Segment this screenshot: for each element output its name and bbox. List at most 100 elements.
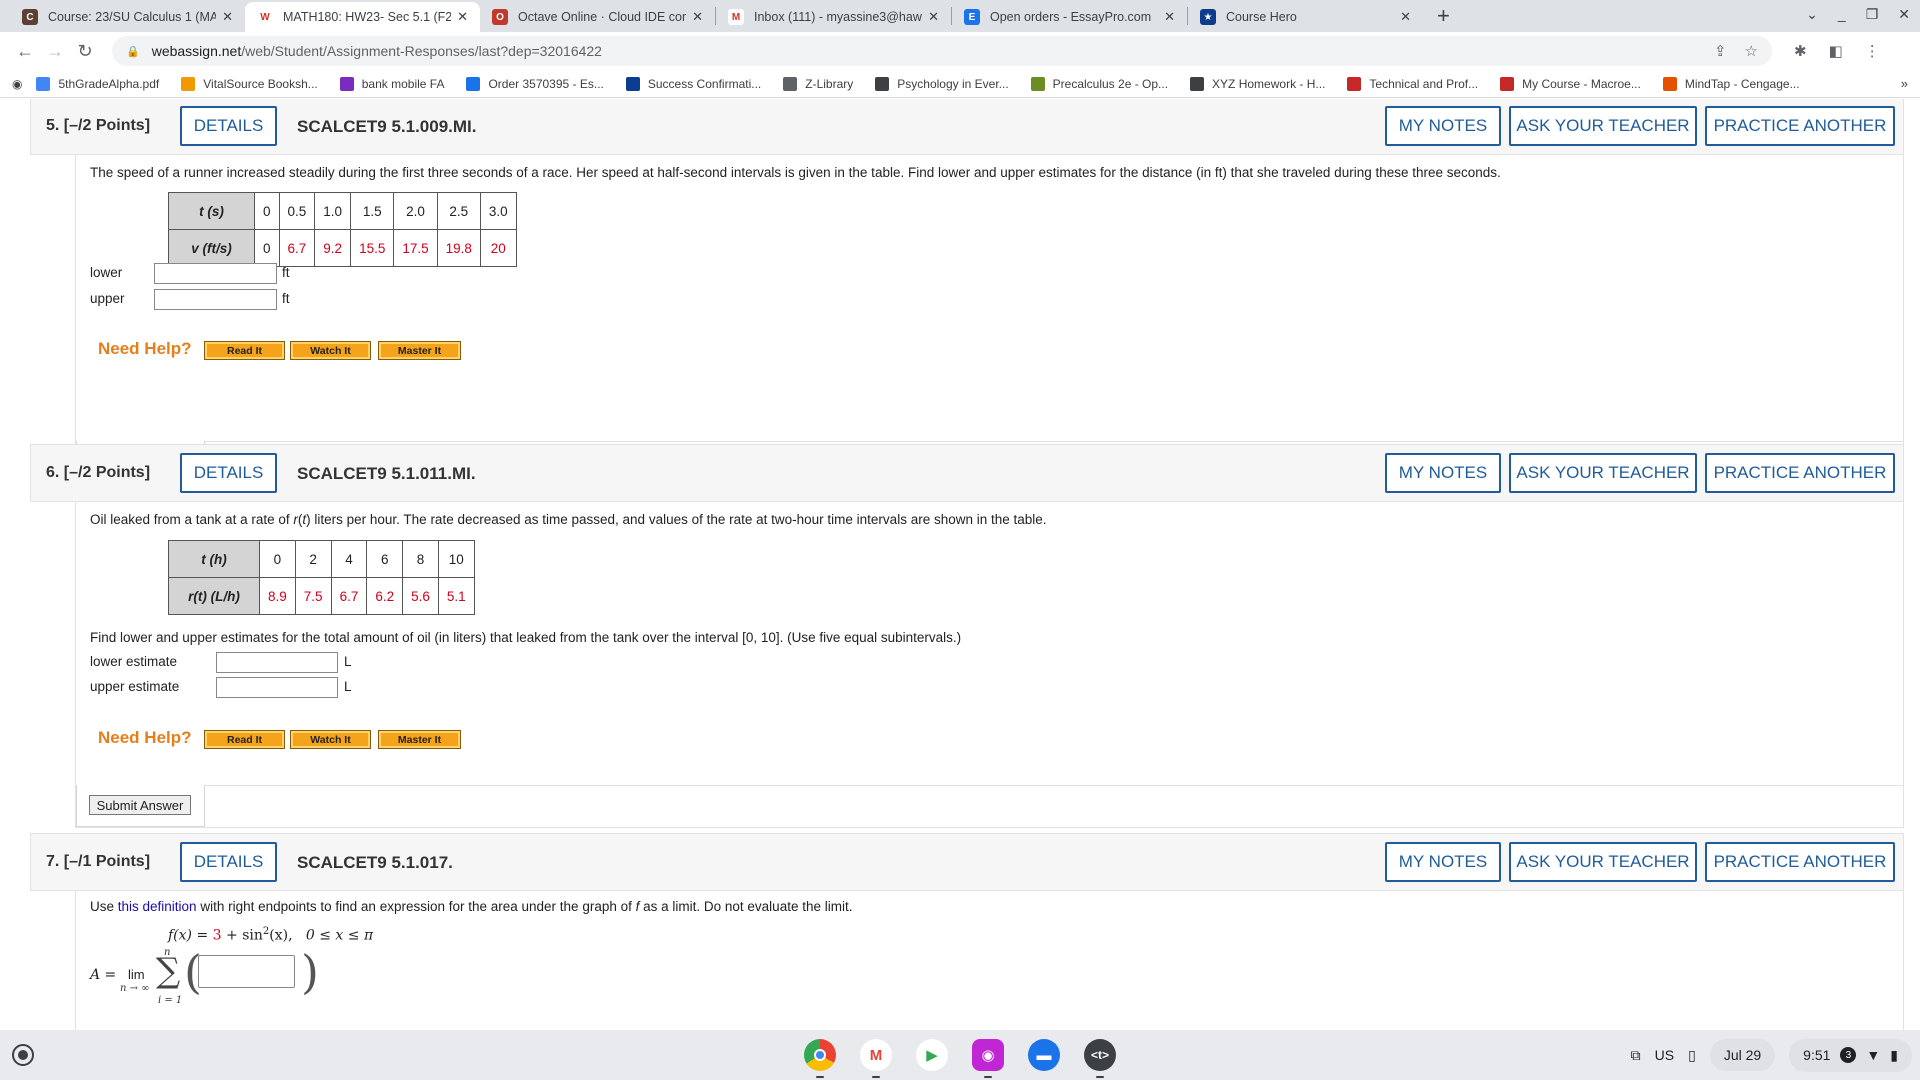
menu-icon[interactable]: ⋮ xyxy=(1865,42,1880,60)
q6-ask-teacher-button[interactable]: ASK YOUR TEACHER xyxy=(1509,453,1697,493)
notification-count-badge: 3 xyxy=(1840,1047,1857,1063)
tab-close-icon[interactable]: ✕ xyxy=(692,9,703,25)
q7-practice-another-button[interactable]: PRACTICE ANOTHER xyxy=(1705,842,1895,882)
locale-indicator[interactable]: US xyxy=(1655,1047,1674,1063)
bookmark-item[interactable]: MindTap - Cengage... xyxy=(1662,76,1800,91)
q6-master-it-button[interactable]: Master It xyxy=(378,730,461,749)
bookmark-item[interactable]: Technical and Prof... xyxy=(1347,76,1478,91)
bookmark-label: bank mobile FA xyxy=(361,76,445,91)
bookmark-item[interactable]: Order 3570395 - Es... xyxy=(466,76,604,91)
browser-tab-1[interactable]: C Course: 23/SU Calculus 1 (MATH ✕ xyxy=(10,2,245,32)
q7-details-button[interactable]: DETAILS xyxy=(180,842,277,882)
forward-icon[interactable]: → xyxy=(40,41,70,62)
q5-master-it-button[interactable]: Master It xyxy=(378,341,461,360)
bookmark-item[interactable]: XYZ Homework - H... xyxy=(1190,76,1325,91)
bookmark-item[interactable]: 5thGradeAlpha.pdf xyxy=(36,76,159,91)
bookmark-item[interactable]: Z-Library xyxy=(783,76,853,91)
q7-my-notes-button[interactable]: MY NOTES xyxy=(1385,842,1501,882)
q7-ask-teacher-button[interactable]: ASK YOUR TEACHER xyxy=(1509,842,1697,882)
camera-app-icon[interactable]: ◉ xyxy=(972,1039,1004,1071)
q6-upper-label: upper estimate xyxy=(90,679,180,694)
browser-tab-5[interactable]: E Open orders - EssayPro.com ✕ xyxy=(952,2,1187,32)
new-tab-icon[interactable]: + xyxy=(1423,3,1464,29)
bookmark-item[interactable]: VitalSource Booksh... xyxy=(181,76,318,91)
q5-my-notes-button[interactable]: MY NOTES xyxy=(1385,106,1501,146)
bookmark-item[interactable]: bank mobile FA xyxy=(339,76,445,91)
q5-watch-it-button[interactable]: Watch It xyxy=(290,341,371,360)
q5-divider xyxy=(205,441,1903,442)
q5-lower-input[interactable] xyxy=(154,263,277,284)
files-icon[interactable]: ▬ xyxy=(1028,1039,1060,1071)
table-cell: 9.2 xyxy=(314,229,352,267)
date-pill[interactable]: Jul 29 xyxy=(1709,1039,1776,1071)
tab-favicon-icon: M xyxy=(728,9,744,25)
bookmark-favicon-icon xyxy=(625,76,640,91)
q7-answer-input[interactable] xyxy=(198,955,295,988)
bookmark-star-icon[interactable]: ☆ xyxy=(1745,42,1758,60)
table-cell: 8.9 xyxy=(259,577,296,615)
launcher-icon[interactable] xyxy=(12,1044,34,1066)
bookmark-item[interactable]: Psychology in Ever... xyxy=(875,76,1009,91)
tab-close-icon[interactable]: ✕ xyxy=(928,9,939,25)
browser-tab-4[interactable]: M Inbox (111) - myassine3@hawkm ✕ xyxy=(716,2,951,32)
status-area[interactable]: 9:51 3 ▼ ▮ xyxy=(1789,1038,1912,1072)
q6-table-head-t: t (h) xyxy=(168,540,260,578)
play-store-icon[interactable]: ▶ xyxy=(916,1039,948,1071)
bookmarks-overflow-icon[interactable]: » xyxy=(1901,76,1908,91)
bookmark-item[interactable]: Success Confirmati... xyxy=(625,76,761,91)
screen-capture-icon[interactable]: ⧉ xyxy=(1631,1047,1641,1064)
q5-details-button[interactable]: DETAILS xyxy=(180,106,277,146)
q6-details-button[interactable]: DETAILS xyxy=(180,453,277,493)
q6-read-it-button[interactable]: Read It xyxy=(204,730,285,749)
lock-icon[interactable]: 🔒 xyxy=(126,45,140,58)
extensions-icon[interactable]: ✱ xyxy=(1794,42,1807,60)
battery-icon: ▮ xyxy=(1890,1046,1898,1063)
tab-close-icon[interactable]: ✕ xyxy=(457,9,468,25)
terminal-icon[interactable]: <t> xyxy=(1084,1039,1116,1071)
q7-definition-link[interactable]: this definition xyxy=(118,899,197,914)
tab-favicon-icon: C xyxy=(22,9,38,25)
q6-submit-button[interactable]: Submit Answer xyxy=(89,795,191,815)
q6-lower-input[interactable] xyxy=(216,652,338,673)
tab-close-icon[interactable]: ✕ xyxy=(222,9,233,25)
browser-tab-3[interactable]: O Octave Online · Cloud IDE compa ✕ xyxy=(480,2,715,32)
wifi-icon: ▼ xyxy=(1866,1047,1881,1063)
tab-close-icon[interactable]: ✕ xyxy=(1400,9,1411,25)
q5-upper-input[interactable] xyxy=(154,289,277,310)
minimize-icon[interactable]: _ xyxy=(1838,6,1846,23)
browser-tab-6[interactable]: ★ Course Hero ✕ xyxy=(1188,2,1423,32)
back-icon[interactable]: ← xyxy=(10,41,40,62)
q5-practice-another-button[interactable]: PRACTICE ANOTHER xyxy=(1705,106,1895,146)
q6-my-notes-button[interactable]: MY NOTES xyxy=(1385,453,1501,493)
chevron-down-icon[interactable]: ⌄ xyxy=(1806,6,1818,23)
reload-icon[interactable]: ↻ xyxy=(70,41,100,62)
chrome-os-icon[interactable]: ◉ xyxy=(12,77,22,91)
url-path: /web/Student/Assignment-Responses/last?d… xyxy=(241,43,602,59)
q6-divider xyxy=(205,785,1903,786)
clock: 9:51 xyxy=(1803,1047,1831,1063)
q6-practice-another-button[interactable]: PRACTICE ANOTHER xyxy=(1705,453,1895,493)
restore-icon[interactable]: ❐ xyxy=(1866,6,1879,23)
side-panel-icon[interactable]: ◧ xyxy=(1829,42,1843,60)
q6-upper-input[interactable] xyxy=(216,677,338,698)
q7-lim-sub: n → ∞ xyxy=(120,983,150,994)
q5-ask-teacher-button[interactable]: ASK YOUR TEACHER xyxy=(1509,106,1697,146)
bookmark-item[interactable]: My Course - Macroe... xyxy=(1500,76,1641,91)
browser-tab-2[interactable]: W MATH180: HW23- Sec 5.1 (F202 ✕ xyxy=(245,2,480,32)
bookmark-favicon-icon xyxy=(1347,76,1362,91)
address-bar[interactable]: 🔒 webassign.net/web/Student/Assignment-R… xyxy=(112,36,1772,66)
bookmark-item[interactable]: Precalculus 2e - Op... xyxy=(1030,76,1168,91)
q5-read-it-button[interactable]: Read It xyxy=(204,341,285,360)
chrome-icon[interactable] xyxy=(804,1039,836,1071)
table-cell: 2.0 xyxy=(393,192,438,230)
tab-close-icon[interactable]: ✕ xyxy=(1164,9,1175,25)
url-host: webassign.net xyxy=(151,43,242,59)
gmail-icon[interactable]: M xyxy=(860,1039,892,1071)
share-icon[interactable]: ⇪ xyxy=(1714,42,1727,60)
close-icon[interactable]: ✕ xyxy=(1898,6,1910,23)
q5-upper-label: upper xyxy=(90,291,125,306)
q6-body: Oil leaked from a tank at a rate of r(t)… xyxy=(75,502,1904,828)
q6-watch-it-button[interactable]: Watch It xyxy=(290,730,371,749)
bookmark-label: VitalSource Booksh... xyxy=(203,76,318,91)
phone-hub-icon[interactable]: ▯ xyxy=(1688,1047,1696,1064)
